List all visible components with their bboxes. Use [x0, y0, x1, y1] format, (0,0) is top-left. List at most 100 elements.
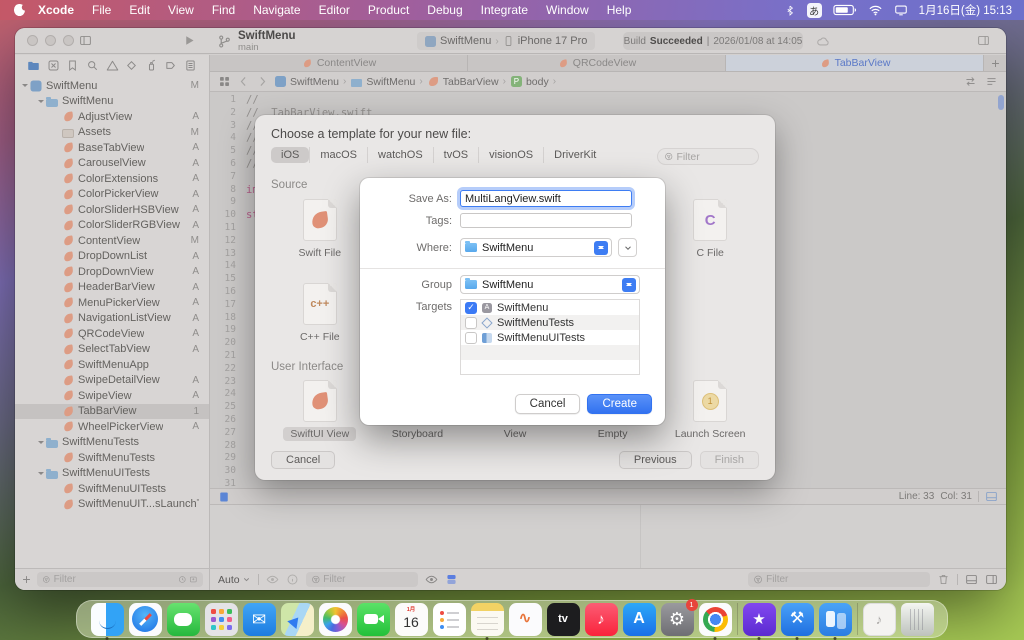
disclosure-caret[interactable] [53, 283, 62, 292]
variables-filter-input[interactable] [323, 574, 412, 585]
disclosure-caret[interactable] [53, 112, 62, 121]
tree-row[interactable]: HeaderBarView A [15, 280, 209, 296]
forward-icon[interactable] [256, 75, 269, 88]
scheme-name[interactable]: SwiftMenu [440, 35, 491, 47]
app-menu-title[interactable]: Xcode [29, 3, 83, 17]
dock-item[interactable] [699, 603, 732, 636]
line-number[interactable]: 17 [210, 299, 236, 312]
toggle-console-icon[interactable] [985, 573, 998, 586]
dock-item[interactable] [901, 603, 934, 636]
disclosure-caret[interactable] [53, 345, 62, 354]
editor-options-icon[interactable] [985, 75, 998, 88]
group-popup[interactable]: SwiftMenu [460, 275, 640, 294]
menu-item[interactable]: Edit [120, 3, 159, 17]
target-row[interactable]: SwiftMenuTests [461, 315, 639, 330]
line-number[interactable]: 24 [210, 388, 236, 401]
navigator-tab[interactable] [125, 59, 138, 72]
navigator-tab[interactable] [27, 59, 40, 72]
breadcrumb-item[interactable]: SwiftMenu › [275, 76, 346, 88]
tree-row[interactable]: WheelPickerView A [15, 419, 209, 435]
tree-row[interactable]: AdjustView A [15, 109, 209, 125]
scheme-selector[interactable]: SwiftMenu › iPhone 17 Pro [417, 32, 595, 50]
navigator-tab[interactable] [106, 59, 119, 72]
where-popup[interactable]: SwiftMenu [460, 238, 612, 257]
breadcrumb-item[interactable]: body › [511, 76, 556, 88]
line-number[interactable]: 3 [210, 120, 236, 133]
menu-item[interactable]: View [159, 3, 203, 17]
target-checkbox[interactable] [465, 332, 477, 344]
activity-view[interactable]: Build Succeeded | 2026/01/08 at 14:05 [623, 32, 803, 50]
toggle-inspector-icon[interactable] [977, 34, 990, 47]
menu-item[interactable]: Find [203, 3, 244, 17]
navigator-tab[interactable] [47, 59, 60, 72]
scrollbar-thumb[interactable] [998, 95, 1004, 110]
disclosure-caret[interactable] [53, 205, 62, 214]
tree-row[interactable]: SwiftMenuApp [15, 357, 209, 373]
template-item[interactable]: C++ File [271, 283, 369, 367]
line-number[interactable]: 10 [210, 209, 236, 222]
line-number[interactable]: 13 [210, 248, 236, 261]
tree-row[interactable]: ColorSliderHSBView A [15, 202, 209, 218]
clear-console-icon[interactable] [937, 573, 950, 586]
dock-item[interactable]: tv [547, 603, 580, 636]
variables-view-mode[interactable]: Auto [218, 574, 251, 586]
line-number[interactable]: 5 [210, 145, 236, 158]
back-icon[interactable] [237, 75, 250, 88]
disclosure-caret[interactable] [53, 174, 62, 183]
line-number[interactable]: 29 [210, 452, 236, 465]
disclosure-caret[interactable] [53, 407, 62, 416]
recent-files-icon[interactable] [178, 574, 187, 585]
input-source-icon[interactable]: あ [807, 3, 822, 18]
adjust-editor-icon[interactable] [985, 490, 998, 503]
tree-row[interactable]: ColorPickerView A [15, 187, 209, 203]
run-button[interactable] [183, 34, 196, 47]
disclosure-caret[interactable] [53, 329, 62, 338]
disclosure-caret[interactable] [53, 128, 62, 137]
dock-item[interactable] [857, 603, 858, 635]
disclosure-caret[interactable] [21, 81, 30, 90]
platform-tab[interactable]: tvOS [433, 147, 478, 163]
document-icon[interactable] [218, 491, 230, 503]
tree-row[interactable]: SwipeDetailView A [15, 373, 209, 389]
menu-item[interactable]: Editor [310, 3, 359, 17]
dock-item[interactable] [433, 603, 466, 636]
platform-tab[interactable]: watchOS [367, 147, 433, 163]
tree-row[interactable]: ContentView M [15, 233, 209, 249]
line-number[interactable]: 6 [210, 158, 236, 171]
tree-row[interactable]: TabBarView 1 [15, 404, 209, 420]
menu-item[interactable]: Navigate [244, 3, 309, 17]
tree-row[interactable]: BaseTabView A [15, 140, 209, 156]
line-number[interactable]: 9 [210, 196, 236, 209]
disclosure-caret[interactable] [53, 484, 62, 493]
tree-row[interactable]: SwiftMenu M [15, 78, 209, 94]
dock-item[interactable]: ∿ [509, 603, 542, 636]
dock-item[interactable] [357, 603, 390, 636]
toggle-navigator-icon[interactable] [79, 34, 92, 47]
dock-item[interactable]: ♪ [863, 603, 896, 636]
line-number[interactable]: 19 [210, 324, 236, 337]
tree-row[interactable]: SelectTabView A [15, 342, 209, 358]
view-hierarchy-icon[interactable] [425, 573, 438, 586]
navigator-tab[interactable] [66, 59, 79, 72]
menu-clock[interactable]: 1月16日(金) 15:13 [919, 2, 1012, 18]
dock-item[interactable] [319, 603, 352, 636]
bluetooth-icon[interactable] [784, 4, 796, 17]
platform-tab[interactable]: macOS [309, 147, 367, 163]
disclosure-caret[interactable] [53, 376, 62, 385]
editor-tab[interactable]: TabBarView [726, 55, 984, 71]
line-number[interactable]: 12 [210, 235, 236, 248]
editor-tab[interactable]: ContentView [210, 55, 468, 71]
add-tab-button[interactable] [984, 55, 1006, 71]
dock-item[interactable] [205, 603, 238, 636]
line-number[interactable]: 7 [210, 171, 236, 184]
line-number[interactable]: 26 [210, 414, 236, 427]
disclosure-caret[interactable] [53, 422, 62, 431]
target-row[interactable]: SwiftMenuUITests [461, 330, 639, 345]
navigator-tab[interactable] [86, 59, 99, 72]
dock-item[interactable]: ⚒ [781, 603, 814, 636]
breadcrumb-item[interactable]: TabBarView › [428, 76, 506, 88]
tree-row[interactable]: SwiftMenuUITests [15, 466, 209, 482]
tree-row[interactable]: SwiftMenuUIT...sLaunchTests [15, 497, 209, 513]
debug-layers-icon[interactable] [445, 573, 458, 586]
line-number[interactable]: 4 [210, 132, 236, 145]
